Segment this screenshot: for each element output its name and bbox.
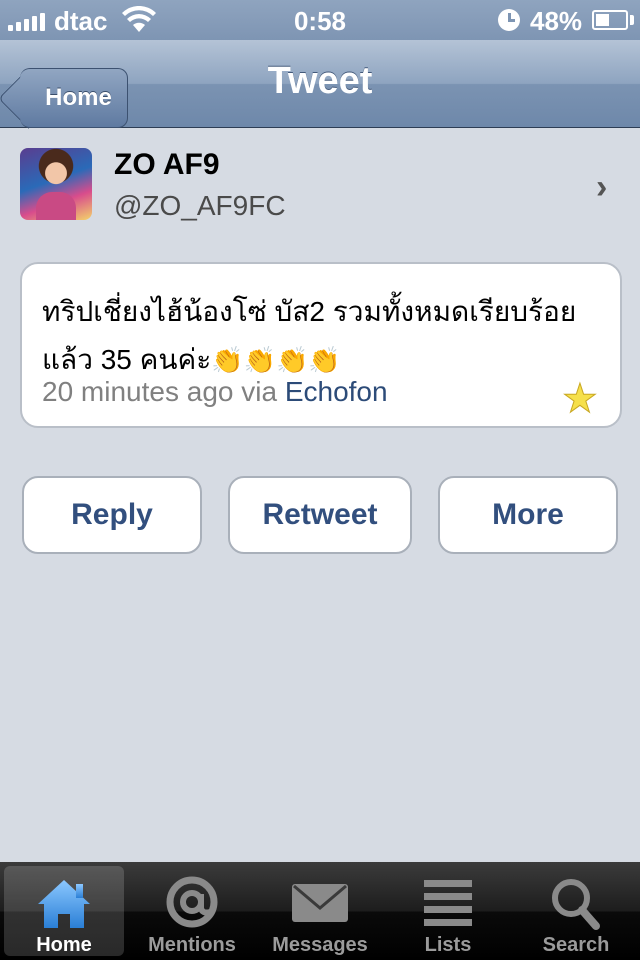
more-button[interactable]: More bbox=[438, 476, 618, 554]
tab-lists[interactable]: Lists bbox=[388, 866, 508, 956]
reply-button[interactable]: Reply bbox=[22, 476, 202, 554]
tab-label-messages: Messages bbox=[272, 934, 368, 956]
back-home-button[interactable]: Home bbox=[20, 68, 128, 128]
avatar[interactable] bbox=[20, 148, 92, 220]
tweet-meta: 20 minutes ago via Echofon bbox=[42, 376, 388, 408]
tab-label-lists: Lists bbox=[424, 934, 472, 956]
search-icon bbox=[552, 879, 600, 930]
tweet-text-container: ทริปเชี่ยงไฮ้น้องโซ่ บัส2 รวมทั้งหมดเรีย… bbox=[42, 288, 602, 384]
tweet-card: ทริปเชี่ยงไฮ้น้องโซ่ บัส2 รวมทั้งหมดเรีย… bbox=[20, 262, 622, 428]
tab-search[interactable]: Search bbox=[516, 866, 636, 956]
at-icon bbox=[166, 876, 218, 928]
list-icon bbox=[424, 880, 472, 926]
back-button-wrapper[interactable]: Home bbox=[10, 54, 128, 128]
tab-label-mentions: Mentions bbox=[148, 934, 236, 956]
tweet-source-link[interactable]: Echofon bbox=[285, 376, 388, 407]
user-handle: @ZO_AF9FC bbox=[114, 190, 286, 221]
battery-percentage: 48% bbox=[530, 6, 583, 36]
alarm-clock-icon bbox=[498, 9, 520, 31]
display-name: ZO AF9 bbox=[114, 148, 220, 181]
tab-mentions[interactable]: Mentions bbox=[132, 866, 252, 956]
home-icon bbox=[38, 880, 90, 928]
retweet-button[interactable]: Retweet bbox=[228, 476, 412, 554]
status-bar: dtac 0:58 48% bbox=[0, 0, 640, 40]
battery-icon bbox=[592, 10, 628, 30]
battery-fill bbox=[596, 14, 609, 26]
envelope-icon bbox=[292, 884, 348, 922]
favorite-star-icon[interactable]: ★ bbox=[562, 376, 599, 422]
chevron-right-icon[interactable]: › bbox=[596, 168, 607, 207]
tab-label-home: Home bbox=[36, 934, 92, 956]
tab-bar: Home Mentions Messages Lists Search bbox=[0, 862, 640, 960]
battery-tip bbox=[630, 15, 634, 25]
tab-label-search: Search bbox=[542, 934, 610, 956]
profile-row[interactable]: ZO AF9 @ZO_AF9FC › bbox=[0, 128, 640, 238]
navigation-bar: Home Tweet bbox=[0, 40, 640, 128]
tab-messages[interactable]: Messages bbox=[260, 866, 380, 956]
tweet-time-ago: 20 minutes ago via bbox=[42, 376, 278, 407]
tab-home[interactable]: Home bbox=[4, 866, 124, 956]
